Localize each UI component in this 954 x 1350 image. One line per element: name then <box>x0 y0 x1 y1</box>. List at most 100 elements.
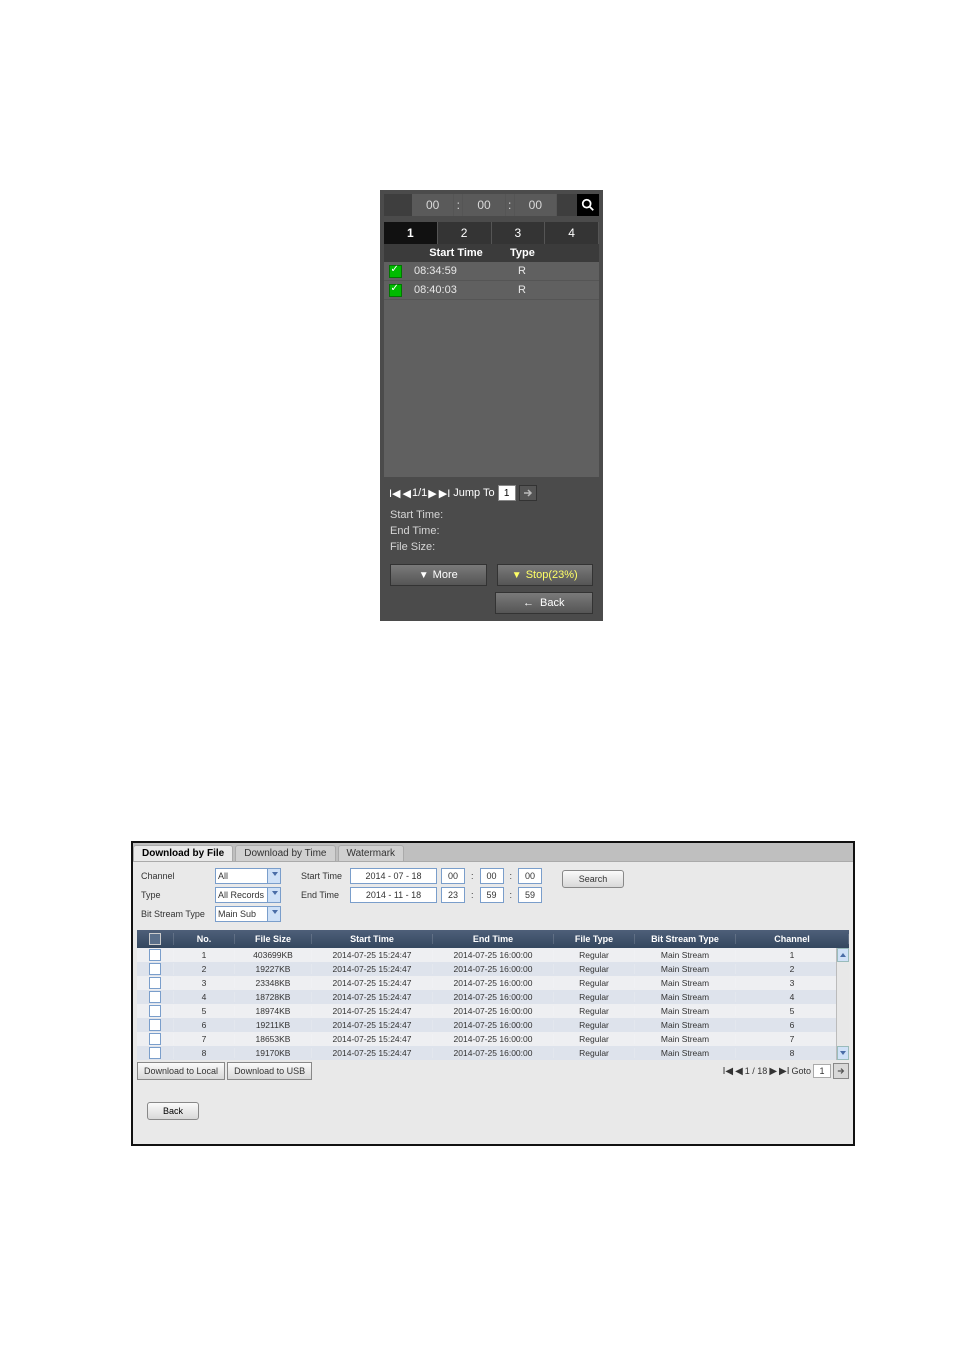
view-num-3[interactable]: 3 <box>492 222 546 244</box>
tab-download-by-file[interactable]: Download by File <box>133 845 233 861</box>
row-checkbox[interactable] <box>149 1005 161 1017</box>
jump-to-label: Jump To <box>453 487 494 499</box>
cell-file-size: 23348KB <box>235 978 312 988</box>
end-hour-field[interactable]: 23 <box>441 887 465 903</box>
type-select[interactable]: All Records <box>215 887 281 903</box>
cell-start-time: 2014-07-25 15:24:47 <box>312 1006 433 1016</box>
pager-next-icon[interactable]: ▶ <box>428 487 436 500</box>
bitstream-label: Bit Stream Type <box>141 909 211 919</box>
cell-file-type: Regular <box>554 1048 635 1058</box>
table-row[interactable]: 323348KB2014-07-25 15:24:472014-07-25 16… <box>137 976 849 990</box>
time-colon: : <box>506 194 515 216</box>
cell-start-time: 2014-07-25 15:24:47 <box>312 950 433 960</box>
time-field-hour[interactable]: 00 <box>412 194 454 216</box>
stop-label: Stop(23%) <box>526 569 578 581</box>
search-button[interactable]: Search <box>562 870 624 888</box>
row-checkbox[interactable] <box>149 1047 161 1059</box>
col-file-type[interactable]: File Type <box>554 934 635 944</box>
view-num-1[interactable]: 1 <box>384 222 438 244</box>
start-sec-field[interactable]: 00 <box>518 868 542 884</box>
type-label: Type <box>141 890 211 900</box>
bitstream-select[interactable]: Main Sub <box>215 906 281 922</box>
goto-input[interactable]: 1 <box>813 1064 831 1078</box>
jump-to-input[interactable]: 1 <box>498 485 516 501</box>
col-no[interactable]: No. <box>174 934 235 944</box>
col-start-time[interactable]: Start Time <box>312 934 433 944</box>
pager-last-icon[interactable]: ▶I <box>779 1066 789 1077</box>
cell-no: 6 <box>174 1020 235 1030</box>
row-type: R <box>514 284 599 296</box>
row-checkbox[interactable] <box>149 1019 161 1031</box>
pager: I◀ ◀ 1/1 ▶ ▶I Jump To 1 <box>384 481 599 503</box>
channel-select[interactable]: All <box>215 868 281 884</box>
table-row[interactable]: 718653KB2014-07-25 15:24:472014-07-25 16… <box>137 1032 849 1046</box>
scroll-down-icon[interactable] <box>837 1046 849 1060</box>
back-arrow-icon: ← <box>523 597 534 609</box>
tab-watermark[interactable]: Watermark <box>338 845 405 861</box>
cell-no: 8 <box>174 1048 235 1058</box>
cell-channel: 4 <box>736 992 849 1002</box>
col-end-time[interactable]: End Time <box>433 934 554 944</box>
row-start-time: 08:34:59 <box>406 265 514 277</box>
pager-prev-icon[interactable]: ◀ <box>403 487 411 500</box>
time-field-second[interactable]: 00 <box>515 194 557 216</box>
cell-end-time: 2014-07-25 16:00:00 <box>433 1034 554 1044</box>
cell-file-size: 19227KB <box>235 964 312 974</box>
row-checkbox[interactable] <box>149 991 161 1003</box>
cell-file-size: 18974KB <box>235 1006 312 1016</box>
download-to-local-button[interactable]: Download to Local <box>137 1062 225 1080</box>
more-label: More <box>433 569 458 581</box>
table-row[interactable]: 219227KB2014-07-25 15:24:472014-07-25 16… <box>137 962 849 976</box>
end-date-field[interactable]: 2014 - 11 - 18 <box>350 887 437 903</box>
table-row[interactable]: 518974KB2014-07-25 15:24:472014-07-25 16… <box>137 1004 849 1018</box>
start-date-field[interactable]: 2014 - 07 - 18 <box>350 868 437 884</box>
clip-info: Start Time: End Time: File Size: <box>384 503 599 561</box>
view-num-4[interactable]: 4 <box>545 222 599 244</box>
end-sec-field[interactable]: 59 <box>518 887 542 903</box>
row-type: R <box>514 265 599 277</box>
search-icon[interactable] <box>577 194 599 216</box>
end-min-field[interactable]: 59 <box>480 887 504 903</box>
back-button[interactable]: Back <box>147 1102 199 1120</box>
gap <box>557 194 577 216</box>
cell-file-type: Regular <box>554 1006 635 1016</box>
pager-next-icon[interactable]: ▶ <box>769 1066 777 1077</box>
table-row[interactable]: 418728KB2014-07-25 15:24:472014-07-25 16… <box>137 990 849 1004</box>
col-channel[interactable]: Channel <box>736 934 849 944</box>
pager-last-icon[interactable]: ▶I <box>439 487 451 500</box>
pager-first-icon[interactable]: I◀ <box>723 1066 733 1077</box>
pager-prev-icon[interactable]: ◀ <box>735 1066 743 1077</box>
view-num-2[interactable]: 2 <box>438 222 492 244</box>
pager-position: 1 / 18 <box>745 1066 768 1076</box>
more-button[interactable]: ▼ More <box>390 564 487 586</box>
col-bitstream-type[interactable]: Bit Stream Type <box>635 934 736 944</box>
col-file-size[interactable]: File Size <box>235 934 312 944</box>
cell-bitstream-type: Main Stream <box>635 950 736 960</box>
list-row[interactable]: 08:40:03 R <box>384 281 599 300</box>
row-checkbox[interactable] <box>149 977 161 989</box>
row-checkbox[interactable] <box>389 265 402 278</box>
row-checkbox[interactable] <box>149 949 161 961</box>
table-row[interactable]: 1403699KB2014-07-25 15:24:472014-07-25 1… <box>137 948 849 962</box>
goto-button[interactable] <box>833 1063 849 1079</box>
list-row[interactable]: 08:34:59 R <box>384 262 599 281</box>
stop-download-button[interactable]: ▼ Stop(23%) <box>497 564 594 586</box>
scroll-up-icon[interactable] <box>837 948 849 962</box>
scrollbar[interactable] <box>836 948 849 1060</box>
tab-download-by-time[interactable]: Download by Time <box>235 845 335 861</box>
table-row[interactable]: 619211KB2014-07-25 15:24:472014-07-25 16… <box>137 1018 849 1032</box>
cell-start-time: 2014-07-25 15:24:47 <box>312 1020 433 1030</box>
table-row[interactable]: 819170KB2014-07-25 15:24:472014-07-25 16… <box>137 1046 849 1060</box>
row-checkbox[interactable] <box>149 1033 161 1045</box>
pager-first-icon[interactable]: I◀ <box>389 487 401 500</box>
time-field-minute[interactable]: 00 <box>463 194 505 216</box>
cell-end-time: 2014-07-25 16:00:00 <box>433 1048 554 1058</box>
download-to-usb-button[interactable]: Download to USB <box>227 1062 312 1080</box>
row-checkbox[interactable] <box>389 284 402 297</box>
select-all-checkbox[interactable] <box>149 933 161 945</box>
jump-go-button[interactable] <box>519 485 537 501</box>
back-button[interactable]: ← Back <box>495 592 594 614</box>
start-min-field[interactable]: 00 <box>480 868 504 884</box>
row-checkbox[interactable] <box>149 963 161 975</box>
start-hour-field[interactable]: 00 <box>441 868 465 884</box>
